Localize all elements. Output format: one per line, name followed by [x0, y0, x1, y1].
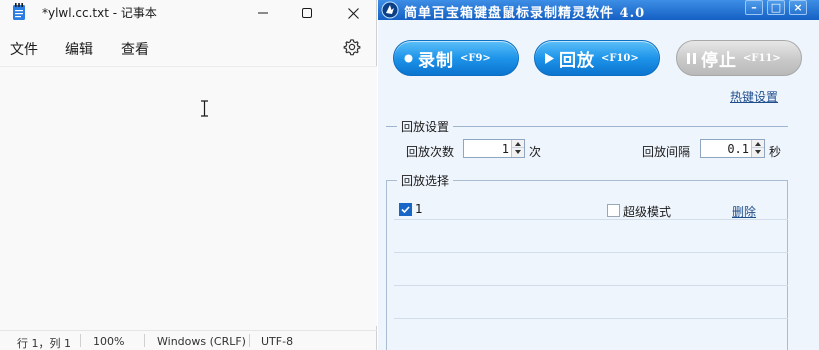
minimize-icon	[258, 12, 268, 14]
list-row-divider	[394, 318, 788, 319]
recording-1-checkbox[interactable]	[399, 203, 412, 216]
delete-link[interactable]: 删除	[732, 203, 756, 220]
checkmark-icon	[401, 206, 410, 214]
playback-count-stepper[interactable]: 1	[463, 139, 525, 158]
record-label: 录制	[418, 50, 454, 71]
stepper-up-arrow-icon[interactable]	[512, 140, 524, 148]
notepad-window: *ylwl.cc.txt - 记事本 文件 编辑 查看 行 1，列 1 100%…	[0, 0, 377, 350]
status-divider	[80, 334, 81, 347]
notepad-menu-bar: 文件 编辑 查看	[0, 32, 377, 62]
recorder-minimize-button[interactable]: –	[745, 0, 763, 15]
pause-icon	[687, 52, 696, 64]
recorder-window: 简单百宝箱键盘鼠标录制精灵软件 4.0 – □ × 录制 <F9> 回放 <F1…	[378, 0, 819, 350]
status-cursor-position: 行 1，列 1	[17, 337, 71, 350]
stop-hotkey: <F11>	[743, 52, 781, 64]
playback-interval-stepper[interactable]: 0.1	[700, 139, 765, 158]
status-divider	[144, 334, 145, 347]
playback-count-unit: 次	[529, 145, 542, 159]
recorder-title-bar[interactable]: 简单百宝箱键盘鼠标录制精灵软件 4.0 – □ ×	[378, 0, 819, 21]
recorder-logo-icon	[381, 1, 399, 19]
recorder-maximize-button[interactable]: □	[767, 0, 785, 15]
super-mode-label: 超级模式	[623, 205, 672, 219]
notepad-title: *ylwl.cc.txt - 记事本	[42, 6, 157, 20]
play-hotkey: <F10>	[601, 52, 639, 64]
close-icon: ×	[793, 1, 803, 14]
maximize-button[interactable]	[284, 0, 330, 26]
super-mode-checkbox[interactable]	[607, 204, 620, 217]
stepper-down-arrow-icon[interactable]	[752, 148, 764, 156]
notepad-text-area[interactable]	[0, 66, 377, 326]
text-cursor-icon	[201, 100, 208, 117]
status-divider	[249, 334, 250, 347]
list-row-divider	[394, 285, 788, 286]
play-label: 回放	[559, 50, 595, 71]
notepad-title-bar[interactable]: *ylwl.cc.txt - 记事本	[0, 0, 377, 26]
stop-button[interactable]: 停止 <F11>	[676, 40, 802, 76]
playback-settings-heading: 回放设置	[397, 118, 454, 135]
playback-interval-label: 回放间隔	[642, 145, 691, 159]
list-row-divider	[394, 252, 788, 253]
notepad-app-icon	[13, 3, 25, 20]
playback-count-label: 回放次数	[406, 145, 455, 159]
recorder-title: 简单百宝箱键盘鼠标录制精灵软件 4.0	[404, 6, 646, 21]
minimize-button[interactable]	[240, 0, 286, 26]
maximize-icon: □	[770, 1, 782, 14]
list-row-divider	[394, 219, 788, 220]
play-triangle-icon	[545, 52, 554, 64]
notepad-status-bar: 行 1，列 1 100% Windows (CRLF) UTF-8	[0, 330, 377, 350]
play-button[interactable]: 回放 <F10>	[534, 40, 660, 76]
maximize-icon	[302, 8, 312, 18]
menu-view[interactable]: 查看	[121, 39, 149, 59]
stepper-buttons	[751, 140, 764, 157]
status-encoding: UTF-8	[261, 335, 294, 348]
playback-interval-value: 0.1	[727, 142, 749, 156]
record-hotkey: <F9>	[460, 52, 491, 64]
menu-edit[interactable]: 编辑	[65, 39, 93, 59]
recording-list	[394, 196, 788, 350]
recorder-close-button[interactable]: ×	[789, 0, 807, 15]
settings-gear-icon[interactable]	[343, 38, 361, 56]
stepper-buttons	[511, 140, 524, 157]
hotkey-settings-link[interactable]: 热键设置	[730, 88, 778, 105]
playback-choice-heading: 回放选择	[397, 172, 454, 189]
minimize-icon: –	[751, 1, 757, 14]
status-line-ending: Windows (CRLF)	[157, 335, 246, 348]
record-dot-icon	[404, 54, 413, 62]
close-button[interactable]	[330, 0, 376, 26]
stepper-up-arrow-icon[interactable]	[752, 140, 764, 148]
stop-label: 停止	[701, 50, 737, 71]
record-button[interactable]: 录制 <F9>	[393, 40, 519, 76]
recording-1-label: 1	[415, 202, 423, 216]
close-icon	[347, 7, 359, 19]
stepper-down-arrow-icon[interactable]	[512, 148, 524, 156]
status-zoom: 100%	[93, 335, 125, 348]
menu-file[interactable]: 文件	[10, 39, 38, 59]
playback-interval-unit: 秒	[769, 145, 782, 159]
playback-count-value: 1	[501, 142, 509, 156]
